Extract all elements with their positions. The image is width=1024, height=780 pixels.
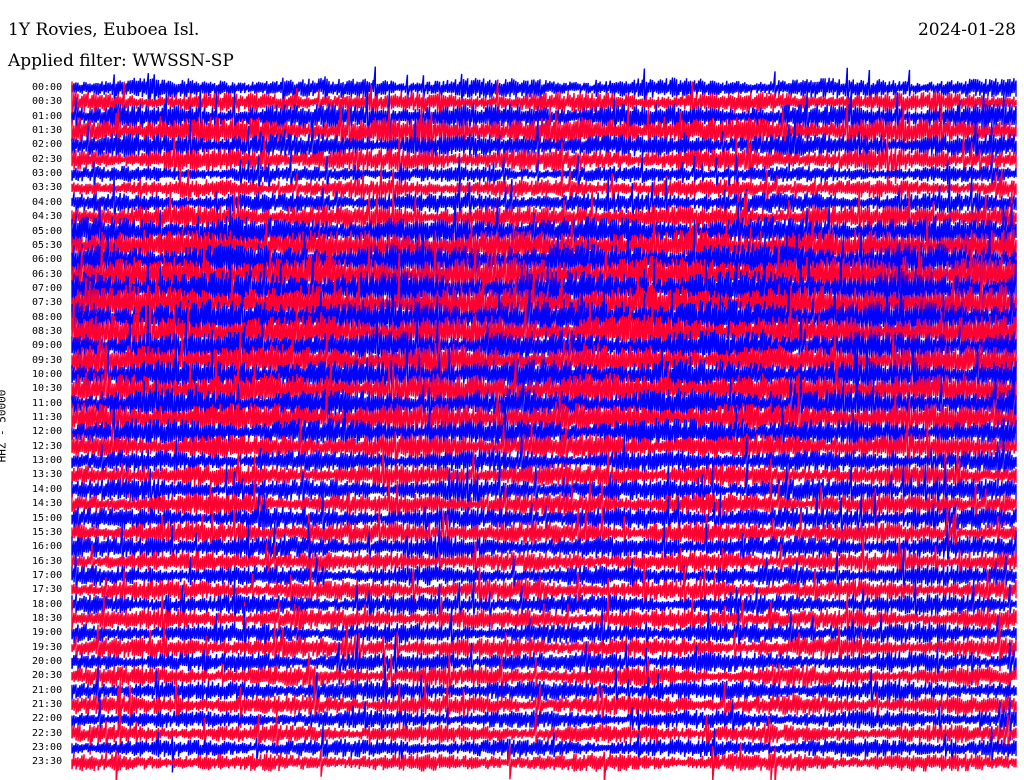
helicorder-plot (71, 66, 1017, 780)
